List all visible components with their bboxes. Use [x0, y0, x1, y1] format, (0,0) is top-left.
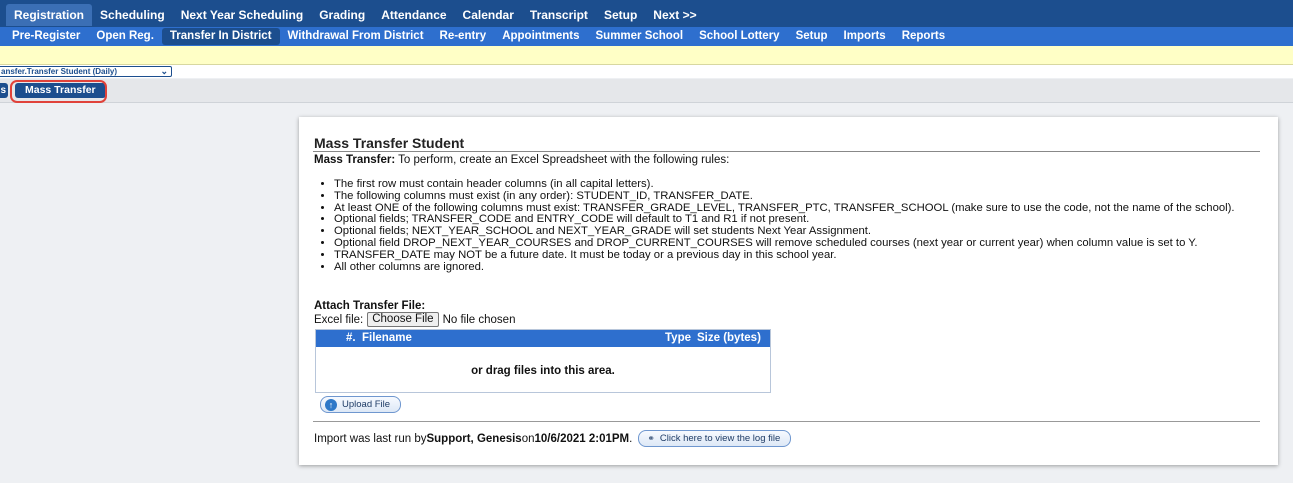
- view-log-button[interactable]: ⚭ Click here to view the log file: [638, 430, 792, 447]
- sub-nav: Pre-Register Open Reg. Transfer In Distr…: [0, 27, 1293, 46]
- upload-arrow-icon: ↑: [325, 398, 337, 411]
- divider: [313, 151, 1260, 152]
- sub-nav-transfer-in-district[interactable]: Transfer In District: [161, 28, 280, 45]
- top-nav-grading[interactable]: Grading: [311, 4, 373, 26]
- sub-nav-imports[interactable]: Imports: [836, 28, 894, 45]
- column-type: Type: [665, 332, 691, 344]
- top-nav-scheduling[interactable]: Scheduling: [92, 4, 173, 26]
- list-item: TRANSFER_DATE may NOT be a future date. …: [334, 249, 1235, 262]
- mass-transfer-panel: Mass Transfer Student Mass Transfer: To …: [299, 117, 1278, 465]
- file-status: No file chosen: [442, 313, 516, 326]
- drag-hint: or drag files into this area.: [471, 365, 615, 377]
- import-datetime: 10/6/2021 2:01PM: [534, 432, 630, 445]
- panel-title: Mass Transfer Student: [314, 135, 465, 151]
- intro-bold: Mass Transfer:: [314, 154, 396, 166]
- import-user: Support, Genesis: [426, 432, 522, 445]
- sub-nav-school-lottery[interactable]: School Lottery: [691, 28, 788, 45]
- tab-bar: s Mass Transfer: [0, 79, 1293, 103]
- file-drop-zone[interactable]: #. Filename Type Size (bytes) or drag fi…: [315, 329, 771, 393]
- message-bar: [0, 46, 1293, 65]
- intro-text: Mass Transfer: To perform, create an Exc…: [314, 154, 729, 166]
- sub-nav-open-reg[interactable]: Open Reg.: [88, 28, 162, 45]
- list-item: Optional field DROP_NEXT_YEAR_COURSES an…: [334, 237, 1235, 250]
- excel-file-row: Excel file: Choose File No file chosen: [314, 312, 515, 327]
- column-filename: Filename: [362, 332, 412, 344]
- report-select[interactable]: ansfer.Transfer Student (Daily) ⌄: [0, 66, 172, 77]
- list-item: The following columns must exist (in any…: [334, 190, 1235, 203]
- list-item: All other columns are ignored.: [334, 261, 1235, 274]
- top-nav-setup[interactable]: Setup: [596, 4, 645, 26]
- intro-body: To perform, create an Excel Spreadsheet …: [395, 154, 730, 166]
- excel-file-label: Excel file:: [314, 313, 364, 326]
- tab-highlight-ring: [10, 80, 107, 103]
- binoculars-icon: ⚭: [647, 433, 655, 443]
- top-nav-attendance[interactable]: Attendance: [373, 4, 454, 26]
- top-nav: Registration Scheduling Next Year Schedu…: [0, 0, 1293, 27]
- top-nav-registration[interactable]: Registration: [6, 4, 93, 26]
- top-nav-transcript[interactable]: Transcript: [522, 4, 596, 26]
- import-status: Import was last run by Support, Genesis …: [314, 430, 792, 447]
- tab-previous[interactable]: s: [0, 83, 8, 98]
- top-nav-next-year-scheduling[interactable]: Next Year Scheduling: [173, 4, 312, 26]
- sub-nav-appointments[interactable]: Appointments: [494, 28, 587, 45]
- sub-nav-re-entry[interactable]: Re-entry: [432, 28, 495, 45]
- top-nav-next[interactable]: Next >>: [645, 4, 704, 26]
- import-period: .: [629, 432, 633, 445]
- upload-table-header: #. Filename Type Size (bytes): [316, 330, 770, 347]
- sub-nav-reports[interactable]: Reports: [894, 28, 953, 45]
- choose-file-button[interactable]: Choose File: [367, 312, 439, 327]
- upload-file-button[interactable]: ↑ Upload File: [320, 396, 402, 413]
- sub-nav-withdrawal-from-district[interactable]: Withdrawal From District: [280, 28, 432, 45]
- import-on: on: [521, 432, 535, 445]
- column-number: #.: [346, 332, 356, 344]
- sub-nav-summer-school[interactable]: Summer School: [588, 28, 692, 45]
- sub-nav-pre-register[interactable]: Pre-Register: [4, 28, 88, 45]
- import-prefix: Import was last run by: [314, 432, 427, 445]
- upload-file-label: Upload File: [342, 399, 391, 410]
- column-size: Size (bytes): [697, 332, 761, 344]
- top-nav-calendar[interactable]: Calendar: [455, 4, 522, 26]
- attach-label: Attach Transfer File:: [314, 300, 426, 312]
- view-log-label: Click here to view the log file: [659, 433, 781, 444]
- sub-nav-setup[interactable]: Setup: [788, 28, 836, 45]
- chevron-down-icon: ⌄: [160, 66, 168, 76]
- rules-list: The first row must contain header column…: [314, 178, 1235, 274]
- report-select-value: ansfer.Transfer Student (Daily): [1, 67, 118, 76]
- report-select-row: ansfer.Transfer Student (Daily) ⌄: [0, 65, 1293, 78]
- divider: [313, 421, 1260, 422]
